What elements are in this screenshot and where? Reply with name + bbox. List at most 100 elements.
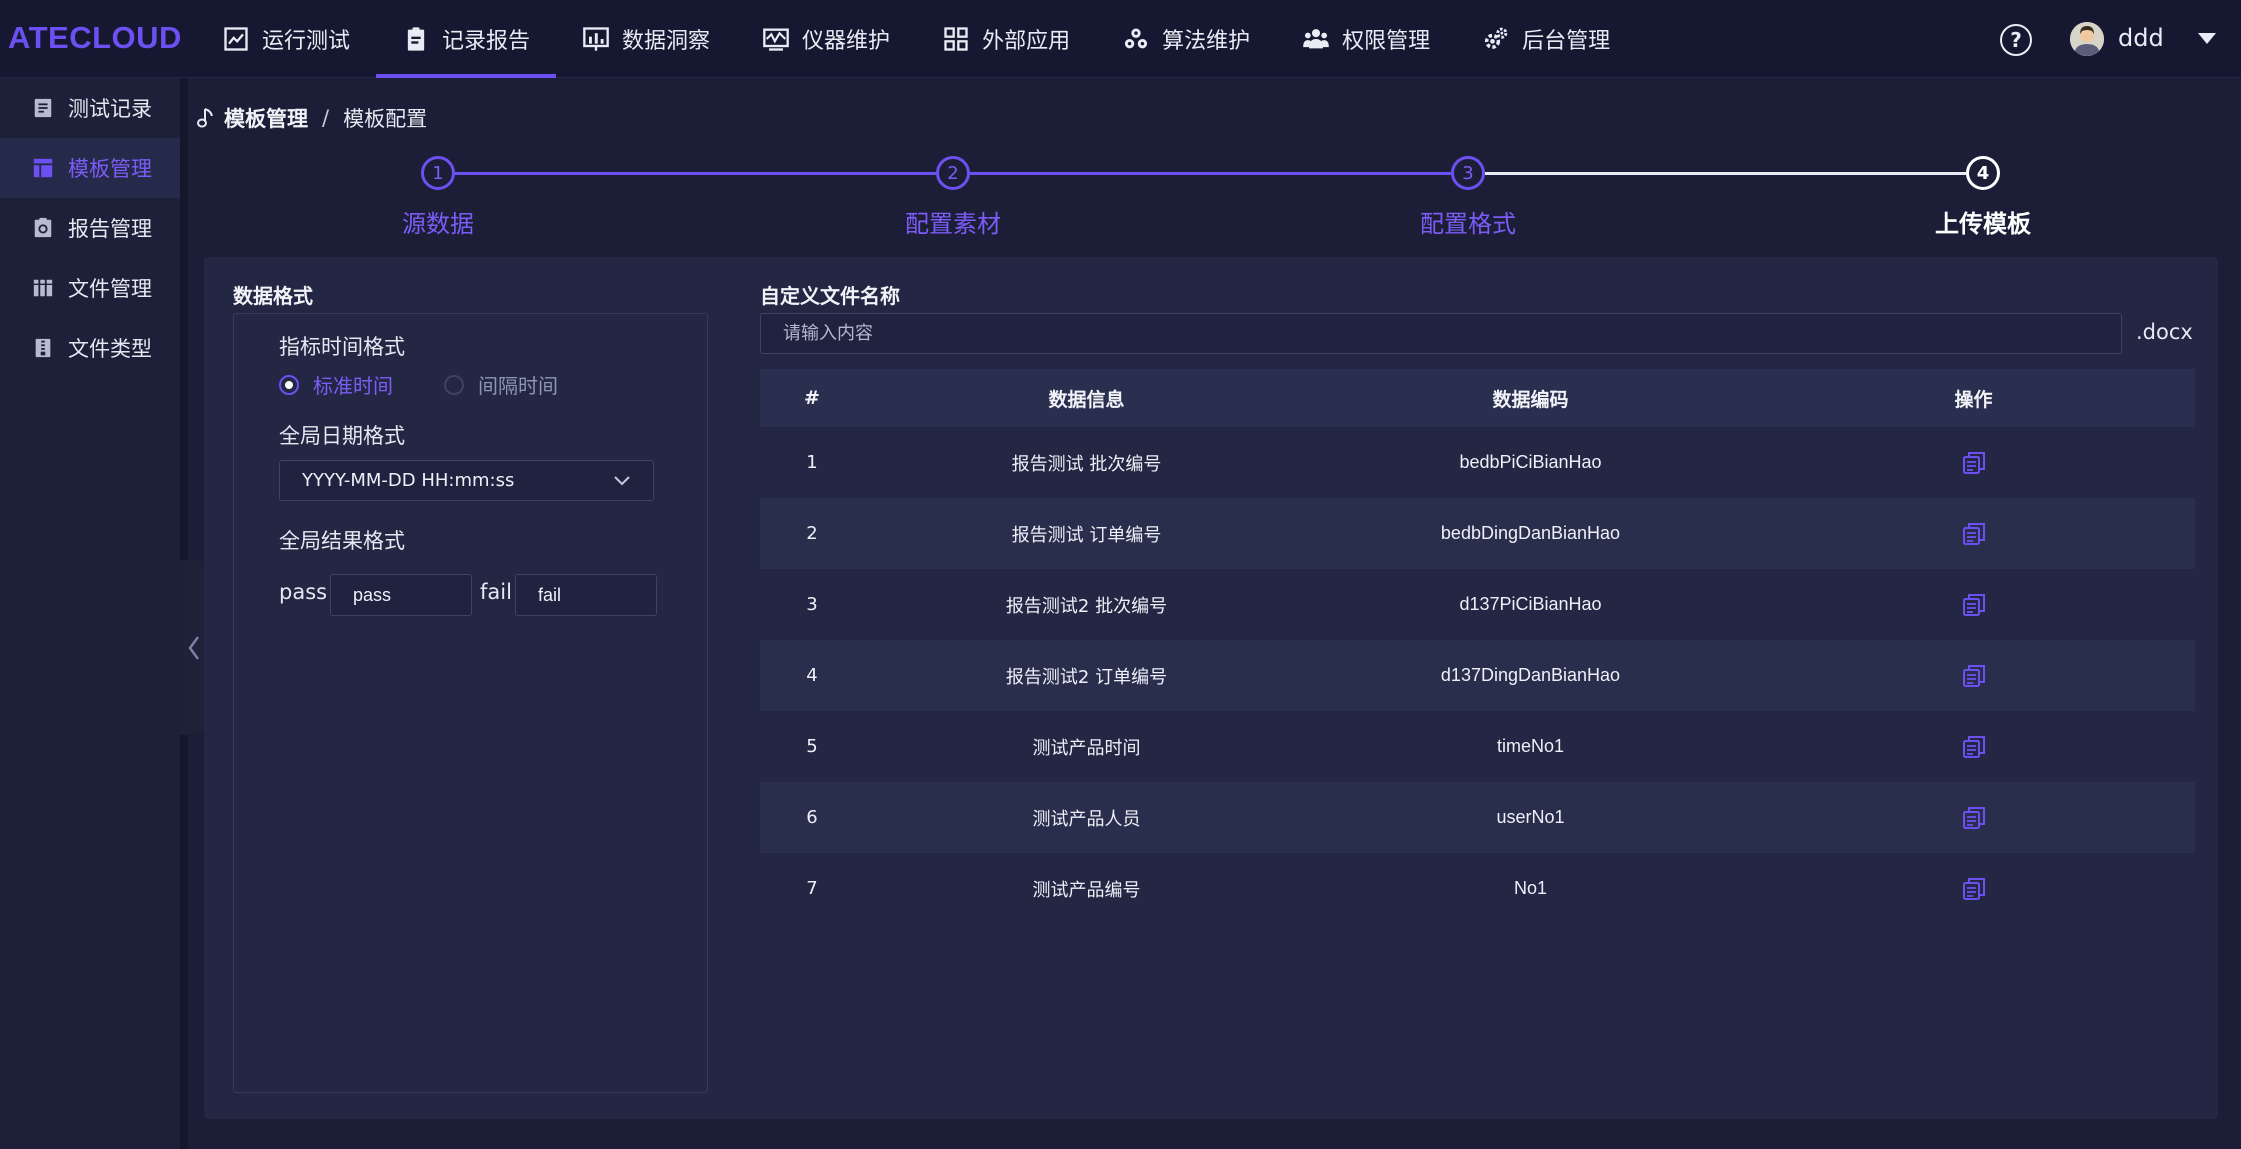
breadcrumb-parent[interactable]: 模板管理 (224, 103, 308, 133)
music-note-icon (197, 108, 213, 128)
step-connector-3 (1485, 172, 1966, 175)
nav-item-data-insight[interactable]: 数据洞察 (556, 0, 736, 78)
nav-item-instrument-maintenance[interactable]: 仪器维护 (736, 0, 916, 78)
nav-item-run-test[interactable]: 运行测试 (196, 0, 376, 78)
copy-icon[interactable] (1961, 805, 1987, 831)
cell-index: 4 (806, 665, 818, 686)
step-4-circle[interactable]: 4 (1966, 156, 2000, 190)
filename-suffix: .docx (2136, 320, 2193, 344)
table-row: 5 测试产品时间 timeNo1 (760, 711, 2195, 782)
step-1-circle[interactable]: 1 (421, 156, 455, 190)
pass-input[interactable] (330, 574, 472, 616)
sidebar-item-template-management[interactable]: 模板管理 (0, 138, 180, 198)
radio-interval-time[interactable]: 间隔时间 (444, 370, 558, 399)
nav-item-external-apps[interactable]: 外部应用 (916, 0, 1096, 78)
cell-index: 6 (806, 807, 818, 828)
sidebar-item-file-management[interactable]: 文件管理 (0, 258, 180, 318)
date-format-select[interactable]: YYYY-MM-DD HH:mm:ss (279, 460, 654, 501)
radio-standard-label: 标准时间 (313, 374, 393, 398)
time-format-label: 指标时间格式 (279, 335, 405, 359)
cell-index: 2 (806, 523, 818, 544)
cell-info: 报告测试 订单编号 (1011, 524, 1162, 546)
help-icon[interactable]: ? (2000, 24, 2032, 56)
fail-input[interactable] (515, 574, 657, 616)
nav-item-label: 权限管理 (1342, 29, 1431, 54)
table-row: 4 报告测试2 订单编号 d137DingDanBianHao (760, 640, 2195, 711)
document-icon (34, 98, 52, 118)
nav-item-backend-management[interactable]: 后台管理 (1456, 0, 1636, 78)
cell-index: 1 (806, 452, 818, 473)
cell-action (1752, 450, 2195, 476)
header-data-code: 数据编码 (1492, 389, 1569, 411)
cell-code: bedbDingDanBianHao (1440, 523, 1621, 543)
nav-item-permission-management[interactable]: 权限管理 (1276, 0, 1456, 78)
breadcrumb-current: 模板配置 (343, 107, 428, 131)
cell-code: d137DingDanBianHao (1440, 665, 1621, 685)
nav-item-record-report[interactable]: 记录报告 (376, 0, 557, 78)
chevron-down-icon (614, 475, 630, 485)
grid-icon (944, 27, 968, 51)
breadcrumb: 模板管理 / 模板配置 (196, 103, 427, 133)
step-connector-2 (970, 172, 1451, 175)
cell-code: bedbPiCiBianHao (1459, 452, 1602, 472)
copy-icon[interactable] (1961, 592, 1987, 618)
header-action: 操作 (1954, 388, 1993, 411)
radio-checked-icon (279, 374, 299, 395)
nav-item-label: 运行测试 (262, 29, 351, 54)
cell-code: timeNo1 (1496, 736, 1565, 756)
user-avatar[interactable] (2070, 22, 2104, 56)
filename-input[interactable] (760, 313, 2122, 354)
step-2-circle[interactable]: 2 (936, 156, 970, 190)
copy-icon[interactable] (1961, 734, 1987, 760)
cell-code: d137PiCiBianHao (1459, 594, 1602, 614)
table-row: 6 测试产品人员 userNo1 (760, 782, 2195, 853)
cell-index: 5 (806, 736, 818, 757)
cell-info: 测试产品人员 (1032, 808, 1141, 830)
sidebar-item-label: 报告管理 (68, 217, 152, 241)
radio-standard-time[interactable]: 标准时间 (279, 370, 393, 399)
cell-info: 报告测试 批次编号 (1011, 453, 1162, 475)
cell-action (1752, 805, 2195, 831)
cell-index: 7 (806, 878, 818, 899)
sidebar-item-label: 文件管理 (68, 277, 152, 301)
cell-action (1752, 876, 2195, 902)
monitor-wave-icon (763, 28, 789, 51)
pass-label: pass (279, 580, 328, 604)
radio-interval-label: 间隔时间 (478, 374, 558, 398)
cell-code: userNo1 (1496, 807, 1565, 827)
sidebar-item-test-records[interactable]: 测试记录 (0, 78, 180, 138)
username[interactable]: ddd (2118, 24, 2164, 52)
sidebar-item-report-management[interactable]: 报告管理 (0, 198, 180, 258)
copy-icon[interactable] (1961, 450, 1987, 476)
copy-icon[interactable] (1961, 876, 1987, 902)
nav-item-algorithm-maintenance[interactable]: 算法维护 (1096, 0, 1276, 78)
date-format-label: 全局日期格式 (279, 424, 405, 448)
chevron-left-icon (188, 635, 200, 660)
breadcrumb-separator: / (322, 106, 330, 130)
step-4-label: 上传模板 (1935, 210, 2031, 238)
table-row: 2 报告测试 订单编号 bedbDingDanBianHao (760, 498, 2195, 569)
table-row: 7 测试产品编号 No1 (760, 853, 2195, 924)
data-table: # 数据信息 数据编码 操作 1 报告测试 批次编号 bedbPiCiBianH… (760, 369, 2195, 924)
step-connector-1 (455, 172, 936, 175)
cell-code: No1 (1513, 878, 1548, 898)
nav-item-label: 外部应用 (982, 29, 1071, 54)
users-icon (1303, 29, 1329, 49)
sidebar-item-file-type[interactable]: 文件类型 (0, 318, 180, 378)
cell-info: 报告测试2 批次编号 (1005, 595, 1168, 617)
step-3-circle[interactable]: 3 (1451, 156, 1485, 190)
copy-icon[interactable] (1961, 663, 1987, 689)
app-logo[interactable]: ATECLOUD (8, 20, 182, 56)
cell-action (1752, 592, 2195, 618)
cell-info: 测试产品编号 (1032, 879, 1141, 901)
radio-unchecked-icon (444, 374, 464, 395)
chart-line-icon (224, 27, 248, 51)
caret-down-icon[interactable] (2198, 33, 2216, 44)
copy-icon[interactable] (1961, 521, 1987, 547)
step-1-label: 源数据 (402, 210, 474, 238)
result-format-label: 全局结果格式 (279, 529, 405, 553)
cell-action (1752, 734, 2195, 760)
top-navigation-bar: ATECLOUD 运行测试 记录报告 数据洞察 仪器维护 外部应用 算法维护 权… (0, 0, 2241, 78)
bar-chart-icon (583, 27, 609, 51)
nav-item-label: 数据洞察 (622, 29, 711, 54)
